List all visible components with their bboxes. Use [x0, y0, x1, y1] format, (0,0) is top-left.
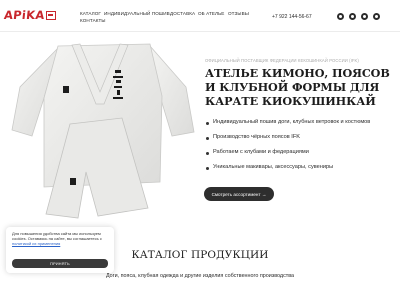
logo-mark-icon — [45, 10, 56, 20]
telegram-icon[interactable] — [361, 13, 368, 20]
site-header: APiKA КАТАЛОГ ИНДИВИДУАЛЬНЫЙ ПОШИВ ДОСТА… — [0, 0, 400, 30]
nav-contacts[interactable]: КОНТАКТЫ — [80, 18, 106, 23]
accept-cookies-button[interactable]: ПРИНЯТЬ — [12, 259, 108, 268]
feature-item: Индивидуальный пошив доги, клубных ветро… — [205, 119, 370, 125]
nav-custom-tailoring[interactable]: ИНДИВИДУАЛЬНЫЙ ПОШИВ — [104, 11, 170, 16]
logo-text: APiKA — [3, 8, 46, 22]
hero-subtitle: ОФИЦИАЛЬНЫЙ ПОСТАВЩИК ФЕДЕРАЦИИ КЕКОШИНК… — [205, 58, 359, 63]
feature-item: Производство чёрных поясов IFK — [205, 134, 300, 140]
whatsapp-icon[interactable] — [337, 13, 344, 20]
cookie-policy-link[interactable]: политикой их применения — [12, 241, 60, 246]
viber-icon[interactable] — [349, 13, 356, 20]
catalog-subtitle: Доги, пояса, клубная одежда и другие изд… — [105, 273, 295, 279]
social-icons — [337, 13, 385, 20]
cookie-banner: Для повышения удобства сайта мы использу… — [6, 227, 114, 273]
hero-title: АТЕЛЬЕ КИМОНО, ПОЯСОВ И КЛУБНОЙ ФОРМЫ ДЛ… — [205, 66, 390, 108]
phone-number[interactable]: +7 922 144-56-67 — [272, 14, 312, 20]
vk-icon[interactable] — [373, 13, 380, 20]
cookie-message: Для повышения удобства сайта мы использу… — [12, 231, 102, 242]
view-assortment-button[interactable]: Смотреть ассортимент → — [204, 187, 274, 201]
nav-reviews[interactable]: ОТЗЫВЫ — [228, 11, 249, 16]
nav-catalog[interactable]: КАТАЛОГ — [80, 11, 101, 16]
nav-delivery[interactable]: ДОСТАВКА — [170, 11, 195, 16]
nav-about[interactable]: ОБ АТЕЛЬЕ — [198, 11, 224, 16]
kimono-image — [11, 43, 195, 219]
logo[interactable]: APiKA — [3, 8, 56, 22]
cookie-text: Для повышения удобства сайта мы использу… — [12, 231, 110, 247]
feature-item: Уникальные макивары, аксессуары, сувенир… — [205, 164, 333, 170]
feature-item: Работаем с клубами и федерациями — [205, 149, 309, 155]
